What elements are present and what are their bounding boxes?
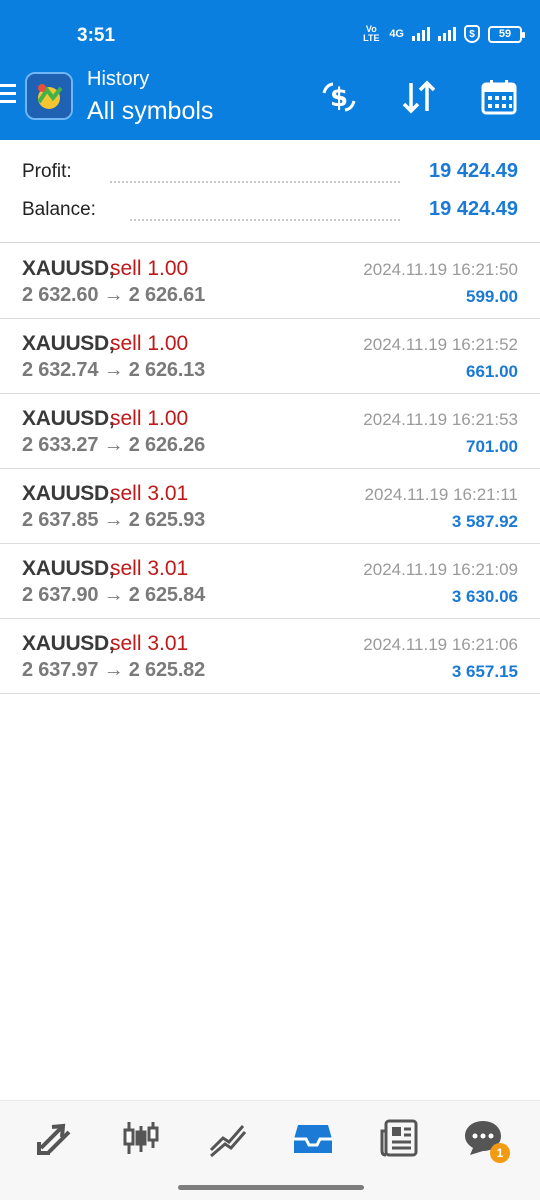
deal-profit: 701.00 [466,437,518,456]
sort-arrows-icon [402,80,436,114]
list-item[interactable]: XAUUSD, sell 1.00 2 633.27 → 2 626.26 20… [0,394,540,469]
profit-value: 19 424.49 [429,160,518,182]
volte-icon: Vo LTE [363,24,380,43]
deal-time: 2024.11.19 16:21:52 [363,335,518,354]
status-icons: Vo LTE 4G $ 59 [361,24,525,43]
deal-profit: 3 630.06 [451,587,518,606]
app-header: 3:51 Vo LTE 4G $ 59 History All symbols … [0,0,540,140]
deal-prices: 2 632.74 → 2 626.13 [22,359,206,381]
signal-2-icon [438,27,456,41]
profit-row: Profit: 19 424.49 [0,155,540,193]
list-item[interactable]: XAUUSD, sell 3.01 2 637.90 → 2 625.84 20… [0,544,540,619]
deal-prices: 2 632.60 → 2 626.61 [22,284,206,306]
calendar-button[interactable] [478,76,520,118]
deal-prices: 2 637.85 → 2 625.93 [22,509,206,531]
trade-icon [209,1125,247,1158]
deal-time: 2024.11.19 16:21:06 [363,635,518,654]
balance-value: 19 424.49 [429,198,518,220]
deals-list: XAUUSD, sell 1.00 2 632.60 → 2 626.61 20… [0,244,540,694]
deal-symbol: XAUUSD, [22,257,115,280]
battery-icon: 59 [488,25,525,43]
profit-label: Profit: [22,161,72,182]
deal-profit: 3 657.15 [451,662,518,681]
deal-time: 2024.11.19 16:21:50 [363,260,518,279]
signal-icon [412,27,430,41]
home-indicator[interactable] [178,1185,364,1190]
balance-label: Balance: [22,199,96,220]
menu-icon[interactable] [0,84,16,106]
deal-time: 2024.11.19 16:21:09 [363,560,518,579]
deal-symbol: XAUUSD, [22,632,115,655]
deal-prices: 2 633.27 → 2 626.26 [22,434,206,456]
deal-time: 2024.11.19 16:21:53 [363,410,518,429]
vpn-shield-icon: $ [464,25,480,43]
network-type-icon: 4G [389,28,404,40]
app-logo [25,72,73,120]
account-summary: Profit: 19 424.49 Balance: 19 424.49 [0,155,540,231]
deal-profit: 599.00 [466,287,518,306]
chat-badge: 1 [490,1143,510,1163]
list-item[interactable]: XAUUSD, sell 3.01 2 637.97 → 2 625.82 20… [0,619,540,694]
page-title[interactable]: All symbols [87,97,213,126]
deal-prices: 2 637.97 → 2 625.82 [22,659,206,681]
history-icon [294,1125,332,1153]
news-icon [380,1119,418,1157]
header-subtitle: History [87,68,150,90]
deal-symbol: XAUUSD, [22,557,115,580]
deal-type: sell 3.01 [110,632,189,655]
deal-type: sell 3.01 [110,482,189,505]
list-item[interactable]: XAUUSD, sell 3.01 2 637.85 → 2 625.93 20… [0,469,540,544]
nav-quotes[interactable] [32,1115,78,1161]
nav-history[interactable] [290,1115,336,1161]
deal-time: 2024.11.19 16:21:11 [364,485,518,504]
divider [0,242,540,243]
sort-button[interactable] [398,76,440,118]
status-time: 3:51 [77,25,116,46]
deal-symbol: XAUUSD, [22,332,115,355]
calendar-icon [481,80,517,115]
balance-row: Balance: 19 424.49 [0,193,540,231]
dotted-leader [110,163,400,183]
list-item[interactable]: XAUUSD, sell 1.00 2 632.74 → 2 626.13 20… [0,319,540,394]
currency-exchange-icon: $ [322,82,356,113]
nav-trade[interactable] [204,1115,250,1161]
deal-prices: 2 637.90 → 2 625.84 [22,584,206,606]
quotes-icon [37,1123,71,1155]
deal-profit: 3 587.92 [451,512,518,531]
deal-symbol: XAUUSD, [22,407,115,430]
deal-type: sell 1.00 [110,407,189,430]
nav-news[interactable] [376,1115,422,1161]
dotted-leader [130,201,400,221]
list-item[interactable]: XAUUSD, sell 1.00 2 632.60 → 2 626.61 20… [0,244,540,319]
deal-symbol: XAUUSD, [22,482,115,505]
deal-type: sell 3.01 [110,557,189,580]
deal-profit: 661.00 [466,362,518,381]
deal-type: sell 1.00 [110,332,189,355]
nav-chart[interactable] [118,1115,164,1161]
chart-icon [123,1122,159,1154]
nav-chat[interactable]: 1 [460,1115,510,1163]
deposit-withdraw-button[interactable]: $ [318,76,360,118]
deal-type: sell 1.00 [110,257,189,280]
